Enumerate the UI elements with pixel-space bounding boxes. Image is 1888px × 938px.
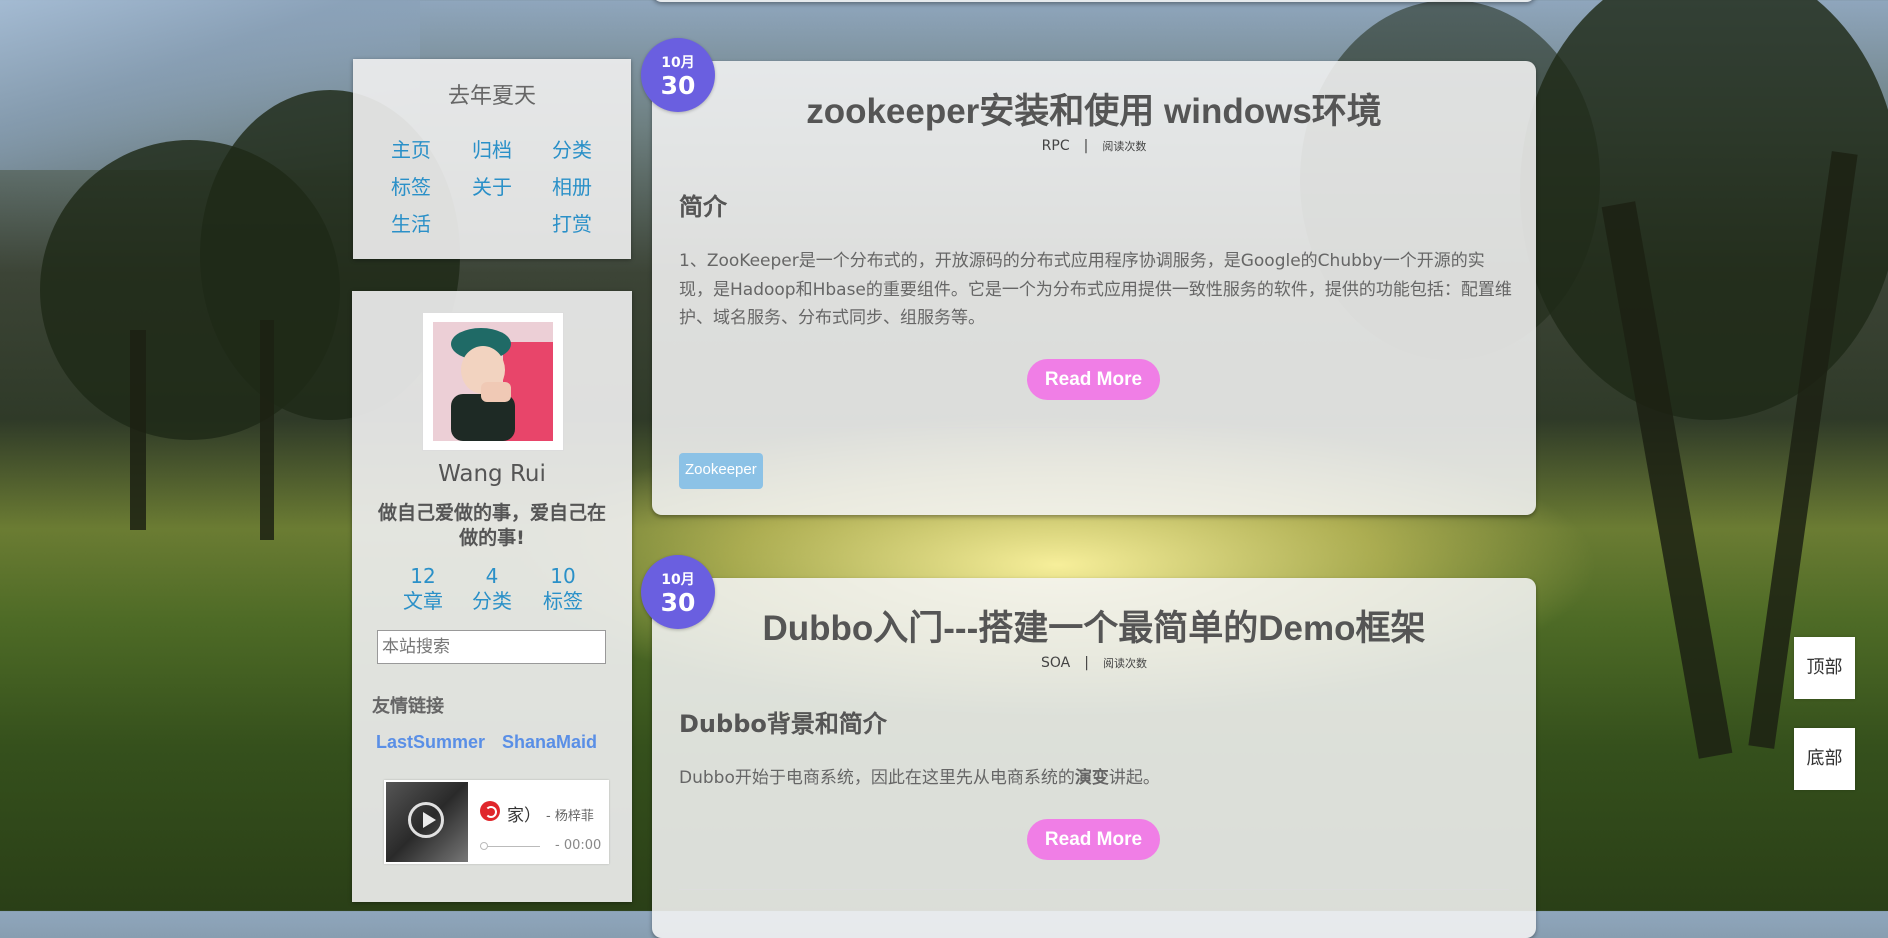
meta-separator: | <box>1083 138 1089 154</box>
post-heading: Dubbo背景和简介 <box>679 710 887 738</box>
post-reads: 阅读次数 <box>1102 140 1147 153</box>
post-title[interactable]: Dubbo入门---搭建一个最简单的Demo框架 <box>652 600 1536 651</box>
meta-separator: | <box>1084 655 1089 671</box>
music-player: 家） - 杨梓菲 - 00:00 <box>384 780 609 864</box>
post-meta: SOA | 阅读次数 <box>652 655 1536 671</box>
progress-handle[interactable] <box>480 842 488 850</box>
site-search-input[interactable] <box>377 630 606 664</box>
post-title[interactable]: zookeeper安装和使用 windows环境 <box>652 83 1536 134</box>
stat-categories-label: 分类 <box>472 589 512 613</box>
post-card: Dubbo入门---搭建一个最简单的Demo框架 SOA | 阅读次数 Dubbo背… <box>652 578 1536 938</box>
song-artist: - 杨梓菲 <box>546 809 594 824</box>
album-cover <box>386 782 468 862</box>
netease-music-icon <box>480 801 500 821</box>
date-month: 10月 <box>661 55 695 71</box>
date-day: 30 <box>660 71 696 100</box>
author-motto: 做自己爱做的事，爱自己在做的事! <box>377 502 606 549</box>
avatar-image <box>433 322 553 441</box>
stat-tags-label: 标签 <box>543 589 583 613</box>
post-excerpt: Dubbo开始于电商系统，因此在这里先从电商系统的演变讲起。 <box>679 764 1515 793</box>
excerpt-text: Dubbo开始于电商系统，因此在这里先从电商系统的 <box>679 768 1075 788</box>
play-icon[interactable] <box>408 802 444 838</box>
previous-post-edge <box>652 0 1536 2</box>
post-divider <box>679 889 1509 890</box>
stat-tags-count: 10 <box>550 564 576 588</box>
background-trunk <box>130 330 146 530</box>
site-nav-panel: 去年夏天 主页 归档 分类 标签 关于 相册 生活 打赏 <box>353 59 631 259</box>
song-title: 家） <box>507 806 541 826</box>
excerpt-bold: 演变 <box>1074 768 1109 788</box>
post-meta: RPC | 阅读次数 <box>652 138 1536 154</box>
nav-life[interactable]: 生活 <box>391 208 431 237</box>
nav-album[interactable]: 相册 <box>552 171 592 200</box>
friend-link-shanamaid[interactable]: ShanaMaid <box>502 732 597 753</box>
date-badge: 10月 30 <box>641 38 715 112</box>
progress-track[interactable] <box>480 846 540 847</box>
date-badge: 10月 30 <box>641 555 715 629</box>
nav-reward[interactable]: 打赏 <box>552 208 592 237</box>
background-trunk <box>260 320 274 540</box>
excerpt-text-end: 讲起。 <box>1108 768 1160 788</box>
nav-categories[interactable]: 分类 <box>552 134 592 163</box>
sidebar-panel: Wang Rui 做自己爱做的事，爱自己在做的事! 12 文章 4 分类 10 … <box>352 291 632 902</box>
stat-tags[interactable]: 10 标签 <box>533 564 593 614</box>
nav-archive[interactable]: 归档 <box>472 134 512 163</box>
post-category[interactable]: RPC <box>1042 138 1070 154</box>
stat-categories[interactable]: 4 分类 <box>462 564 522 614</box>
nav-home[interactable]: 主页 <box>391 134 431 163</box>
stat-posts-count: 12 <box>410 564 436 588</box>
post-heading: 简介 <box>679 193 727 221</box>
read-more-button[interactable]: Read More <box>1027 819 1160 860</box>
author-name: Wang Rui <box>438 461 546 487</box>
nav-tags[interactable]: 标签 <box>391 171 431 200</box>
post-reads: 阅读次数 <box>1102 657 1147 670</box>
stat-posts-label: 文章 <box>403 589 443 613</box>
nav-about[interactable]: 关于 <box>472 171 512 200</box>
go-to-bottom-button[interactable]: 底部 <box>1794 728 1855 790</box>
stat-posts[interactable]: 12 文章 <box>393 564 453 614</box>
post-tag[interactable]: Zookeeper <box>679 453 763 489</box>
post-category[interactable]: SOA <box>1041 655 1070 671</box>
date-day: 30 <box>660 588 696 617</box>
back-to-top-button[interactable]: 顶部 <box>1794 637 1855 699</box>
stat-categories-count: 4 <box>485 564 499 588</box>
playback-time: - 00:00 <box>555 838 602 853</box>
avatar <box>422 312 564 451</box>
post-card: zookeeper安装和使用 windows环境 RPC | 阅读次数 简介 1、Z… <box>652 61 1536 515</box>
date-month: 10月 <box>661 572 695 588</box>
post-excerpt: 1、ZooKeeper是一个分布式的，开放源码的分布式应用程序协调服务，是Goo… <box>679 251 1512 328</box>
friend-link-lastsummer[interactable]: LastSummer <box>376 732 485 753</box>
site-title[interactable]: 去年夏天 <box>353 78 631 110</box>
post-divider <box>679 427 1509 428</box>
read-more-button[interactable]: Read More <box>1027 359 1160 400</box>
friend-links-title: 友情链接 <box>372 696 444 717</box>
